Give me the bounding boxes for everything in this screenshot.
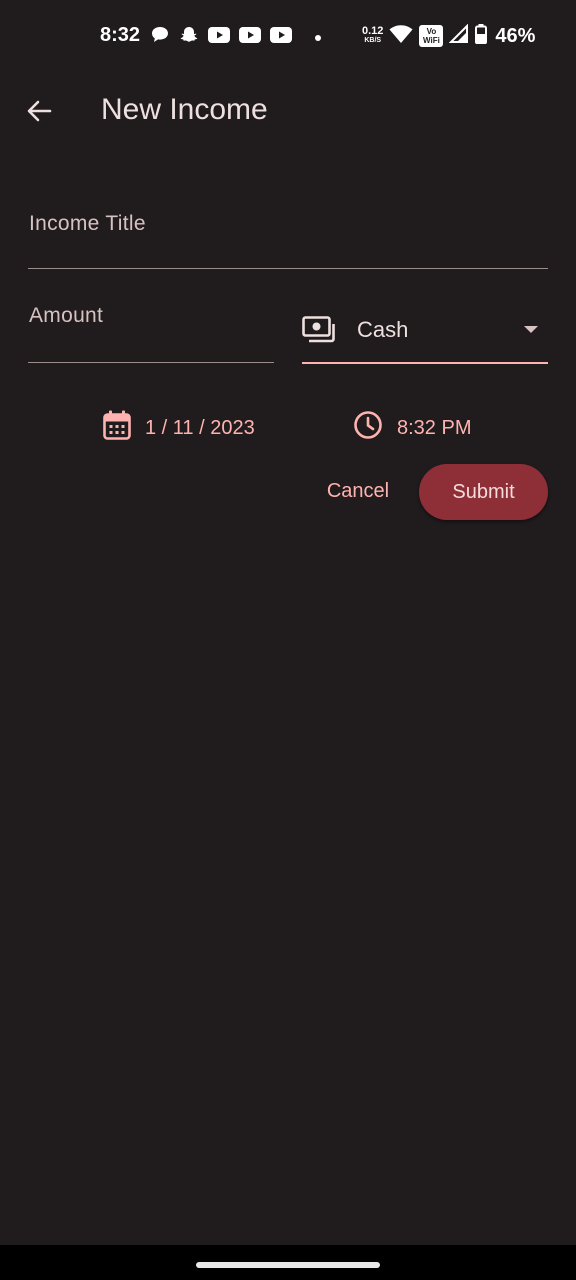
network-speed-unit: KB/S (364, 37, 382, 44)
income-title-field[interactable]: Income Title (28, 194, 548, 269)
signal-icon (449, 23, 469, 49)
system-icons: 0.12 KB/S Vo WiFi 46% (362, 22, 535, 50)
navigation-bar (0, 1245, 576, 1280)
youtube-icon (208, 26, 230, 49)
youtube-icon (239, 26, 261, 49)
vowifi-top-text: Vo (426, 27, 437, 36)
amount-label: Amount (29, 304, 104, 327)
date-picker[interactable]: 1 / 11 / 2023 (103, 410, 255, 446)
income-title-label: Income Title (29, 212, 146, 235)
date-value: 1 / 11 / 2023 (145, 416, 255, 439)
snapchat-icon (179, 25, 199, 50)
back-button[interactable] (16, 90, 62, 136)
vowifi-icon: Vo WiFi (419, 25, 444, 47)
arrow-back-icon (26, 99, 52, 128)
dot-icon (315, 28, 321, 46)
page-title: New Income (101, 93, 268, 126)
payment-method-dropdown[interactable]: Cash (302, 300, 548, 364)
network-speed: 0.12 KB/S (362, 26, 383, 46)
youtube-icon (270, 26, 292, 49)
amount-field[interactable]: Amount (28, 286, 274, 363)
calendar-icon (103, 410, 131, 446)
home-gesture-handle[interactable] (196, 1262, 380, 1268)
wifi-icon (389, 24, 413, 49)
submit-button[interactable]: Submit (419, 464, 548, 520)
battery-percent: 46% (495, 24, 536, 47)
clock-icon (353, 410, 383, 446)
status-bar: 8:32 0.12 KB/S Vo WiFi 46% (0, 0, 576, 72)
battery-icon (475, 23, 488, 49)
cancel-button[interactable]: Cancel (312, 468, 404, 514)
dropdown-arrow-icon (524, 326, 538, 333)
status-time: 8:32 (100, 24, 141, 46)
vowifi-bottom-text: WiFi (423, 36, 440, 45)
time-picker[interactable]: 8:32 PM (353, 410, 471, 446)
cash-icon (302, 316, 336, 349)
payment-method-value: Cash (357, 317, 409, 342)
network-speed-value: 0.12 (362, 25, 384, 37)
notification-icons (150, 26, 321, 48)
chat-icon (150, 25, 170, 50)
time-value: 8:32 PM (397, 416, 472, 439)
